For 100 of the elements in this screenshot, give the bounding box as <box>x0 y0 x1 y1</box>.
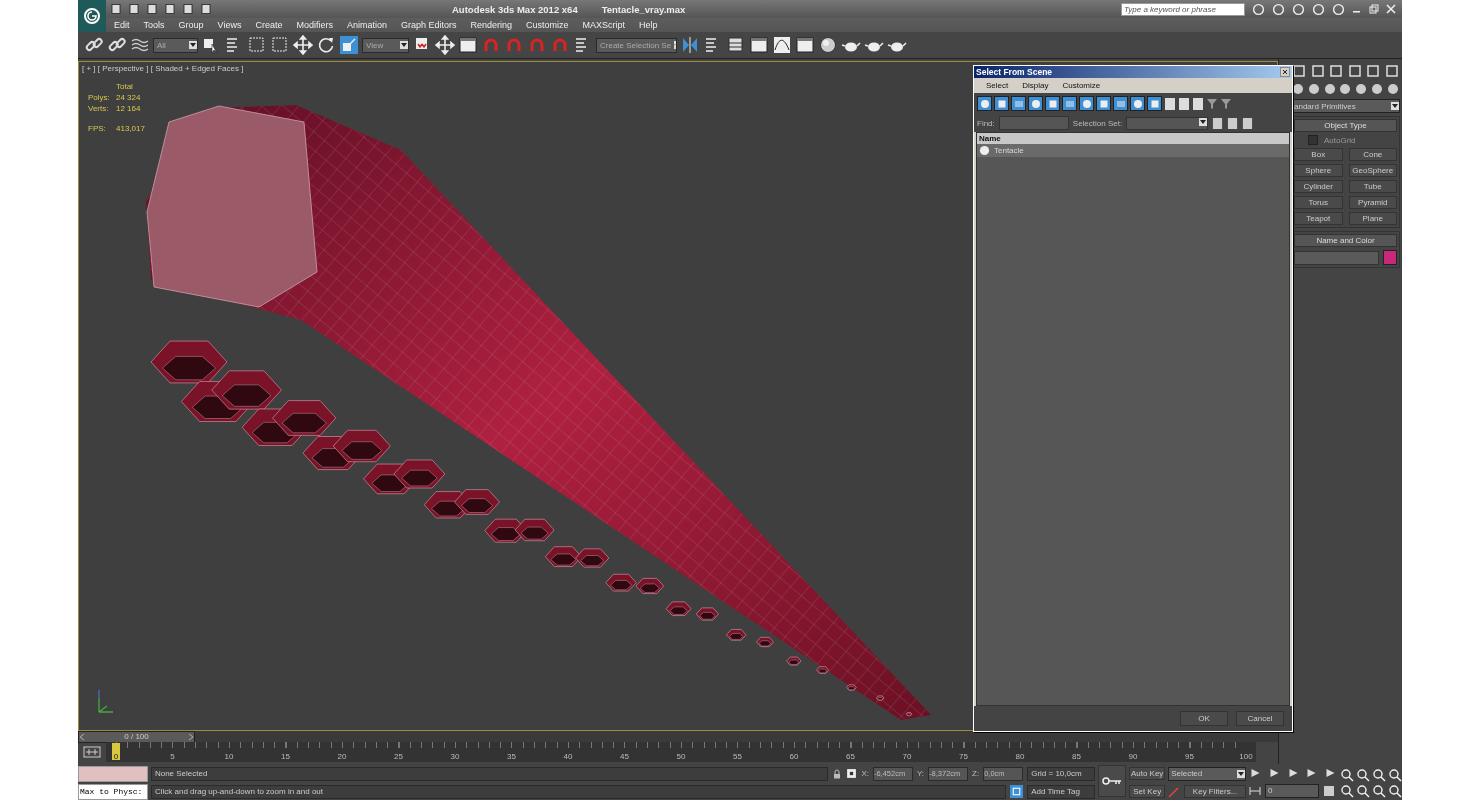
dialog-button[interactable]: Cancel <box>1236 711 1284 726</box>
filter-list-icon[interactable] <box>1220 97 1232 110</box>
caret-left-icon[interactable] <box>79 732 85 741</box>
add-time-tag-field[interactable]: Add Time Tag <box>1027 784 1096 799</box>
filter-toggle[interactable] <box>1028 96 1043 111</box>
tick-label: 15 <box>281 752 290 761</box>
toolbar-dropdown[interactable]: View <box>362 37 409 53</box>
caret-right-icon[interactable] <box>188 732 194 741</box>
menu-item[interactable]: Modifiers <box>296 20 333 30</box>
rollout-title[interactable]: Object Type <box>1294 119 1397 132</box>
tick-label: 50 <box>676 752 686 761</box>
rollout-title[interactable]: Name and Color <box>1294 234 1397 247</box>
filter-toggle[interactable] <box>977 96 992 111</box>
menu-item[interactable]: Rendering <box>470 20 513 30</box>
menu-item[interactable]: MAXScript <box>582 20 626 30</box>
layers-icon[interactable] <box>726 35 746 55</box>
mirror-icon[interactable] <box>680 35 700 55</box>
primitive-button[interactable]: Torus <box>1294 196 1343 209</box>
caret-icon <box>1391 102 1399 110</box>
rectangle-region-icon[interactable] <box>247 35 267 55</box>
menu-item[interactable]: Group <box>178 20 204 30</box>
primitive-button[interactable]: GeoSphere <box>1348 164 1397 177</box>
move-icon[interactable] <box>293 35 313 55</box>
filter-toggle[interactable] <box>1130 96 1145 111</box>
zoom-icon[interactable] <box>1340 767 1354 782</box>
filter-toggle[interactable] <box>1147 96 1162 111</box>
window-crossing-icon[interactable] <box>270 35 290 55</box>
primitive-button[interactable]: Sphere <box>1294 164 1343 177</box>
listener-field[interactable] <box>78 765 148 782</box>
primitive-button[interactable]: Teapot <box>1294 212 1343 225</box>
primitive-button[interactable]: Cylinder <box>1294 180 1343 193</box>
close-icon[interactable] <box>1280 67 1290 77</box>
tick-label: 30 <box>450 752 460 761</box>
selection-set-dropdown[interactable] <box>1126 116 1209 130</box>
restore-icon[interactable] <box>1369 4 1379 14</box>
listener-input[interactable]: Max to Physc: <box>78 783 148 800</box>
find-field[interactable] <box>998 116 1069 130</box>
frame-counter: 0 / 100 <box>124 732 149 741</box>
menu-item[interactable]: Edit <box>114 20 130 30</box>
auto-key-button[interactable]: Auto Key <box>1129 767 1166 780</box>
dialog-menu-item[interactable]: Display <box>1022 81 1049 90</box>
name-field[interactable] <box>1294 250 1379 265</box>
dialog-menu-item[interactable]: Customize <box>1062 81 1101 90</box>
primitive-button[interactable]: Tube <box>1348 180 1397 193</box>
filter-toggle[interactable] <box>1062 96 1077 111</box>
primitive-button[interactable]: Pyramid <box>1348 196 1397 209</box>
coordinate-label: X: <box>861 769 869 778</box>
menu-item[interactable]: Create <box>255 20 283 30</box>
set-key-button[interactable]: Set Key <box>1129 785 1166 798</box>
timeline-ruler[interactable]: 0 5 10 15 20 25 30 35 40 45 50 55 60 65 70 75 80 85 90 95 100 <box>106 742 1256 762</box>
tick-label: 45 <box>620 752 629 761</box>
curve-editor-icon[interactable] <box>772 35 792 55</box>
caret-icon <box>400 41 408 49</box>
app-logo-icon[interactable] <box>78 0 106 32</box>
menu-item[interactable]: Help <box>639 20 658 30</box>
category-dropdown[interactable]: andard Primitives <box>1291 99 1400 113</box>
current-frame-field[interactable]: 0 <box>1265 783 1320 798</box>
menu-item[interactable]: Tools <box>143 20 165 30</box>
rotate-icon[interactable] <box>316 35 336 55</box>
key-mode-dropdown[interactable]: Selected <box>1168 766 1247 781</box>
fps-label: FPS: <box>88 124 107 133</box>
filter-toggle[interactable] <box>1011 96 1026 111</box>
primitive-button[interactable]: Box <box>1294 148 1343 161</box>
dialog-menu-item[interactable]: Select <box>986 81 1009 90</box>
tick-label: 25 <box>394 752 403 761</box>
column-header[interactable]: Name <box>977 133 1289 144</box>
menu-item[interactable]: Customize <box>526 20 569 30</box>
scale-icon[interactable] <box>339 35 359 55</box>
toolbar-dropdown[interactable]: All <box>153 37 198 53</box>
menu-item[interactable]: Animation <box>346 20 387 30</box>
dialog-button[interactable]: OK <box>1180 711 1228 726</box>
filter-toggle[interactable] <box>1045 96 1060 111</box>
color-swatch[interactable] <box>1383 250 1397 265</box>
menu-item[interactable]: Graph Editors <box>400 20 457 30</box>
menu-item[interactable]: Views <box>217 20 242 30</box>
primitive-button[interactable]: Plane <box>1348 212 1397 225</box>
time-tag-icon[interactable] <box>1010 785 1024 798</box>
lock-icon[interactable] <box>832 768 843 779</box>
viewport-label[interactable]: [ + ] [ Perspective ] [ Shaded + Edged Faces ] <box>82 64 244 73</box>
mini-curve-editor-icon[interactable] <box>83 746 101 758</box>
filter-toggle[interactable] <box>1079 96 1094 111</box>
key-filters-button[interactable]: Key Filters... <box>1184 785 1247 799</box>
square-icon <box>1047 98 1058 109</box>
sphere-icon[interactable] <box>1291 82 1305 96</box>
toolbar-dropdown[interactable]: Create Selection Se <box>596 37 677 53</box>
stat-value: 12 164 <box>116 104 142 113</box>
object-row[interactable]: Tentacle <box>977 144 1289 157</box>
lines-icon <box>1115 98 1126 109</box>
time-marker[interactable] <box>112 743 120 760</box>
tick-label: 100 <box>1239 752 1253 761</box>
autogrid-checkbox[interactable] <box>1308 135 1318 145</box>
filter-icon[interactable] <box>1206 97 1218 110</box>
filter-toggle[interactable] <box>1096 96 1111 111</box>
primitive-button[interactable]: Cone <box>1348 148 1397 161</box>
filter-toggle[interactable] <box>1113 96 1128 111</box>
search-field[interactable]: Type a keyword or phrase <box>1121 2 1245 16</box>
filter-toggle[interactable] <box>994 96 1009 111</box>
set-keys-button[interactable] <box>1098 765 1127 797</box>
selection-status: None Selected <box>150 766 829 781</box>
stat-label: Polys: <box>88 93 111 102</box>
